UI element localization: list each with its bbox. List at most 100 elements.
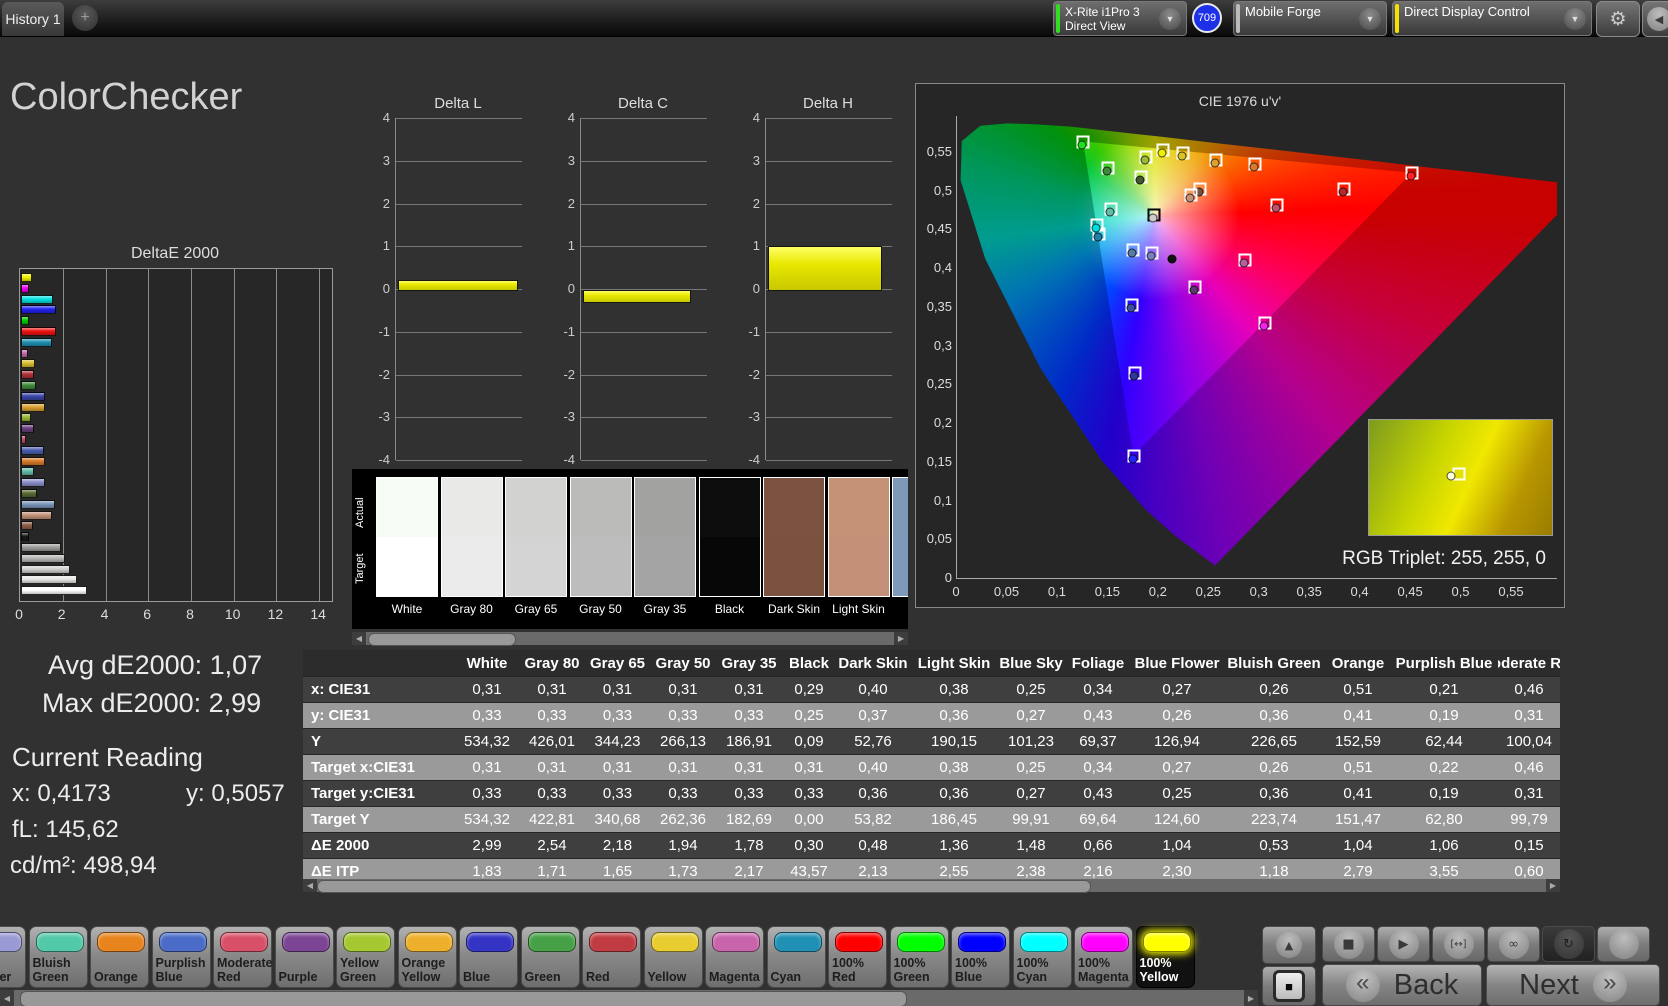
y-tick: 2 bbox=[752, 195, 760, 211]
patch-button-label: Red bbox=[584, 952, 642, 984]
cell: 0,33 bbox=[734, 785, 764, 802]
chevron-down-icon[interactable]: ▼ bbox=[1359, 8, 1381, 30]
row-label: ΔE 2000 bbox=[311, 837, 370, 854]
patch-button-bluish-green[interactable]: Bluish Green bbox=[28, 926, 88, 988]
cell: 0,40 bbox=[858, 681, 888, 698]
scroll-left-icon[interactable]: ◀ bbox=[352, 632, 366, 645]
table-row: y: CIE31 0,33 0,33 0,33 0,33 0,33 0,25 0,37 0,36… bbox=[303, 703, 1560, 729]
play-button[interactable]: ▶ bbox=[1377, 926, 1430, 962]
patch-button-orange[interactable]: Orange bbox=[90, 926, 149, 988]
column-header: Foliage bbox=[1071, 654, 1125, 672]
add-tab-button[interactable]: + bbox=[72, 5, 98, 31]
cie-y-tick: 0,15 bbox=[926, 453, 952, 469]
patch-button-100-cyan[interactable]: 100% Cyan bbox=[1012, 926, 1072, 988]
patch-button-yellow[interactable]: Yellow bbox=[643, 926, 703, 988]
meter-dropdown[interactable]: X-Rite i1Pro 3 Direct View ▼ bbox=[1053, 1, 1187, 36]
patch-button-purple[interactable]: Purple bbox=[274, 926, 334, 988]
blank-button[interactable] bbox=[1597, 926, 1650, 962]
swatch-target bbox=[377, 537, 437, 596]
table-scrollbar[interactable]: ◀ ▶ bbox=[303, 879, 1560, 893]
chevron-down-icon[interactable]: ▼ bbox=[1159, 8, 1181, 30]
cell: 69,37 bbox=[1079, 733, 1117, 750]
patch-button-moderate-red[interactable]: Moderate Red bbox=[213, 926, 273, 988]
title-delta-c: Delta C bbox=[617, 95, 669, 112]
patch-button-label: 100% Red bbox=[830, 952, 888, 984]
patch-button-red[interactable]: Red bbox=[582, 926, 641, 988]
stop-button[interactable]: ■ bbox=[1322, 926, 1375, 962]
scroll-thumb[interactable] bbox=[368, 633, 516, 646]
column-header: Gray 65 bbox=[589, 654, 646, 672]
y-tick: 2 bbox=[567, 195, 575, 211]
table-row: ΔE 2000 2,99 2,54 2,18 1,94 1,78 0,30 0,48 1,36 1… bbox=[303, 833, 1560, 859]
back-button[interactable]: « Back bbox=[1322, 964, 1482, 1006]
cell: 186,45 bbox=[931, 811, 977, 828]
swatch-target bbox=[699, 537, 760, 596]
cell: 0,36 bbox=[939, 785, 969, 802]
y-tick: 1 bbox=[382, 238, 390, 254]
patch-button-yellow-green[interactable]: Yellow Green bbox=[336, 926, 395, 988]
device-dropdown[interactable]: Direct Display Control ▼ bbox=[1392, 1, 1592, 36]
de-bar-gray-65 bbox=[21, 564, 70, 574]
pattern-up-button[interactable]: ▲ bbox=[1262, 926, 1316, 964]
pattern-stop-button[interactable]: ■ bbox=[1262, 966, 1316, 1006]
colorspace-badge[interactable]: 709 bbox=[1192, 3, 1222, 33]
scroll-thumb[interactable] bbox=[20, 991, 907, 1006]
cell: 0,51 bbox=[1343, 681, 1373, 698]
patch-button-orange-yellow[interactable]: Orange Yellow bbox=[397, 926, 457, 988]
patch-button-100-blue[interactable]: 100% Blue bbox=[951, 926, 1010, 988]
scroll-right-icon[interactable]: ▶ bbox=[894, 632, 908, 645]
cie-y-tick: 0,2 bbox=[933, 415, 952, 430]
cie-y-tick: 0,45 bbox=[926, 221, 952, 237]
bar-delta-c bbox=[583, 290, 691, 303]
label-line: Green bbox=[32, 969, 69, 984]
gridline bbox=[396, 246, 522, 248]
label-line: Green bbox=[524, 969, 561, 984]
de2000-chart-title: DeltaE 2000 bbox=[130, 245, 220, 262]
cell: 0,31 bbox=[1514, 785, 1544, 802]
column-header: Blue Flower bbox=[1134, 654, 1220, 672]
collapse-left-icon[interactable]: ◀ bbox=[1642, 1, 1668, 37]
scroll-right-icon[interactable]: ▶ bbox=[1244, 990, 1258, 1006]
next-button[interactable]: Next » bbox=[1486, 964, 1660, 1006]
scroll-left-icon[interactable]: ◀ bbox=[0, 990, 14, 1006]
patch-button-cyan[interactable]: Cyan bbox=[766, 926, 826, 988]
cell: 0,21 bbox=[1429, 681, 1459, 698]
swatch-scrollbar[interactable]: ◀ ▶ bbox=[352, 632, 908, 646]
label-line: Cyan bbox=[1016, 969, 1048, 984]
tab-history-1[interactable]: History 1 bbox=[2, 2, 64, 36]
loop-button[interactable]: ∞ bbox=[1487, 926, 1540, 962]
scroll-thumb[interactable] bbox=[317, 880, 1091, 893]
de-bar-gray-35 bbox=[21, 543, 61, 552]
swatch-actual bbox=[828, 478, 889, 537]
patch-button-magenta[interactable]: Magenta bbox=[705, 926, 764, 988]
swatch-label: Gray 80 bbox=[450, 602, 493, 616]
cell: 0,36 bbox=[1259, 785, 1289, 802]
cie-y-tick: 0,3 bbox=[933, 337, 952, 353]
swatch-actual bbox=[570, 478, 631, 537]
patch-button-100-yellow[interactable]: 100% Yellow bbox=[1135, 926, 1195, 988]
patch-button-100-red[interactable]: 100% Red bbox=[828, 926, 887, 988]
patch-button-blue[interactable]: Blue bbox=[459, 926, 518, 988]
swatch-gray-80 bbox=[440, 477, 503, 597]
cell: 186,91 bbox=[726, 733, 772, 750]
refresh-button[interactable]: ↻ bbox=[1542, 926, 1595, 962]
gridline bbox=[766, 203, 892, 205]
workflow-dropdown[interactable]: Mobile Forge ▼ bbox=[1233, 1, 1387, 36]
scroll-right-icon[interactable]: ▶ bbox=[1546, 879, 1560, 892]
patch-button-purplish-blue[interactable]: Purplish Blue bbox=[151, 926, 211, 988]
chevron-down-icon[interactable]: ▼ bbox=[1564, 8, 1586, 30]
patch-strip-scrollbar[interactable]: ◀ ▶ bbox=[0, 990, 1258, 1006]
cell: 1,94 bbox=[668, 837, 698, 854]
table-row: Y 534,32 426,01 344,23 266,13 186,91 0,09 52,76… bbox=[303, 729, 1560, 755]
patch-button-100-magenta[interactable]: 100% Magenta bbox=[1074, 926, 1133, 988]
gear-icon[interactable]: ⚙ bbox=[1596, 1, 1640, 37]
cie-x-tick: 0,05 bbox=[993, 584, 1020, 599]
cell: 0,37 bbox=[858, 707, 888, 724]
patch-button-green[interactable]: Green bbox=[520, 926, 580, 988]
patch-button-blue-flower[interactable]: BlueFlower bbox=[0, 926, 26, 988]
patch-button-100-green[interactable]: 100% Green bbox=[889, 926, 949, 988]
scroll-left-icon[interactable]: ◀ bbox=[303, 879, 317, 892]
cell: 226,65 bbox=[1251, 733, 1297, 750]
range-button[interactable]: [↔] bbox=[1432, 926, 1485, 962]
cie-actual-100-cyan bbox=[1091, 223, 1101, 233]
